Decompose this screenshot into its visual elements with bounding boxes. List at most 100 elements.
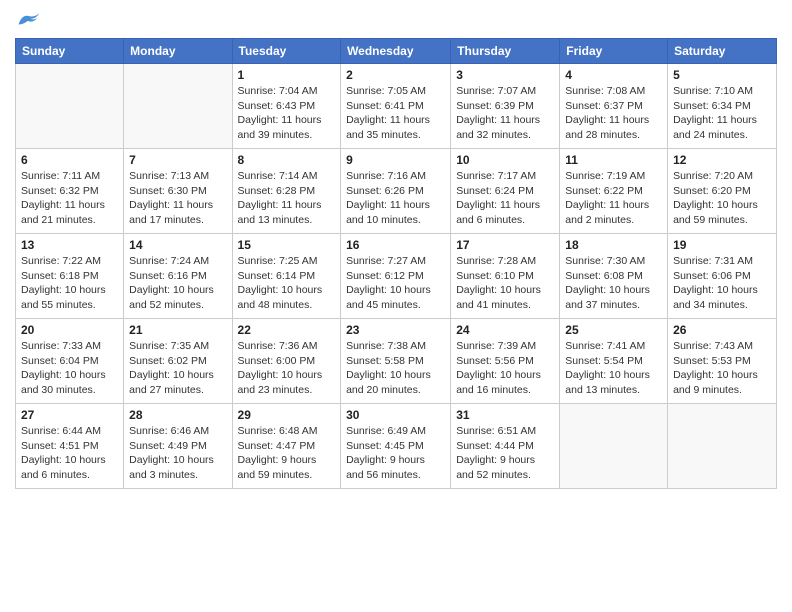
- day-number: 17: [456, 238, 554, 252]
- calendar-day-cell: [124, 64, 232, 149]
- day-detail: Sunrise: 7:27 AM Sunset: 6:12 PM Dayligh…: [346, 254, 445, 313]
- header: [15, 10, 777, 32]
- calendar-day-cell: 6 Sunrise: 7:11 AM Sunset: 6:32 PM Daylig…: [16, 149, 124, 234]
- logo-bird-icon: [15, 10, 43, 32]
- weekday-header-friday: Friday: [560, 39, 668, 64]
- day-number: 29: [238, 408, 336, 422]
- day-number: 2: [346, 68, 445, 82]
- calendar-day-cell: [668, 404, 777, 489]
- day-number: 9: [346, 153, 445, 167]
- calendar-day-cell: 17 Sunrise: 7:28 AM Sunset: 6:10 PM Dayli…: [451, 234, 560, 319]
- calendar-day-cell: [16, 64, 124, 149]
- calendar-day-cell: 13 Sunrise: 7:22 AM Sunset: 6:18 PM Dayli…: [16, 234, 124, 319]
- day-number: 12: [673, 153, 771, 167]
- day-number: 21: [129, 323, 226, 337]
- day-number: 20: [21, 323, 118, 337]
- day-detail: Sunrise: 7:04 AM Sunset: 6:43 PM Dayligh…: [238, 84, 336, 143]
- weekday-header-row: SundayMondayTuesdayWednesdayThursdayFrid…: [16, 39, 777, 64]
- day-number: 10: [456, 153, 554, 167]
- day-number: 31: [456, 408, 554, 422]
- day-detail: Sunrise: 7:31 AM Sunset: 6:06 PM Dayligh…: [673, 254, 771, 313]
- calendar-day-cell: [560, 404, 668, 489]
- day-detail: Sunrise: 7:20 AM Sunset: 6:20 PM Dayligh…: [673, 169, 771, 228]
- calendar-day-cell: 19Sunrise: 7:31 AM Sunset: 6:06 PM Dayli…: [668, 234, 777, 319]
- day-number: 14: [129, 238, 226, 252]
- day-detail: Sunrise: 7:10 AM Sunset: 6:34 PM Dayligh…: [673, 84, 771, 143]
- calendar-day-cell: 11Sunrise: 7:19 AM Sunset: 6:22 PM Dayli…: [560, 149, 668, 234]
- day-number: 13: [21, 238, 118, 252]
- day-detail: Sunrise: 6:51 AM Sunset: 4:44 PM Dayligh…: [456, 424, 554, 483]
- day-number: 15: [238, 238, 336, 252]
- day-detail: Sunrise: 7:38 AM Sunset: 5:58 PM Dayligh…: [346, 339, 445, 398]
- calendar-day-cell: 10 Sunrise: 7:17 AM Sunset: 6:24 PM Dayli…: [451, 149, 560, 234]
- day-detail: Sunrise: 7:39 AM Sunset: 5:56 PM Dayligh…: [456, 339, 554, 398]
- calendar-day-cell: 5 Sunrise: 7:10 AM Sunset: 6:34 PM Daylig…: [668, 64, 777, 149]
- day-detail: Sunrise: 7:05 AM Sunset: 6:41 PM Dayligh…: [346, 84, 445, 143]
- calendar-day-cell: 29 Sunrise: 6:48 AM Sunset: 4:47 PM Dayli…: [232, 404, 341, 489]
- day-detail: Sunrise: 7:41 AM Sunset: 5:54 PM Dayligh…: [565, 339, 662, 398]
- calendar-week-row: 27Sunrise: 6:44 AM Sunset: 4:51 PM Dayli…: [16, 404, 777, 489]
- calendar-table: SundayMondayTuesdayWednesdayThursdayFrid…: [15, 38, 777, 489]
- day-number: 1: [238, 68, 336, 82]
- day-number: 28: [129, 408, 226, 422]
- day-detail: Sunrise: 7:25 AM Sunset: 6:14 PM Dayligh…: [238, 254, 336, 313]
- calendar-day-cell: 26Sunrise: 7:43 AM Sunset: 5:53 PM Dayli…: [668, 319, 777, 404]
- calendar-day-cell: 2 Sunrise: 7:05 AM Sunset: 6:41 PM Daylig…: [341, 64, 451, 149]
- day-number: 22: [238, 323, 336, 337]
- day-detail: Sunrise: 7:14 AM Sunset: 6:28 PM Dayligh…: [238, 169, 336, 228]
- weekday-header-wednesday: Wednesday: [341, 39, 451, 64]
- day-detail: Sunrise: 7:33 AM Sunset: 6:04 PM Dayligh…: [21, 339, 118, 398]
- calendar-day-cell: 25 Sunrise: 7:41 AM Sunset: 5:54 PM Dayli…: [560, 319, 668, 404]
- calendar-day-cell: 28 Sunrise: 6:46 AM Sunset: 4:49 PM Dayli…: [124, 404, 232, 489]
- calendar-day-cell: 4 Sunrise: 7:08 AM Sunset: 6:37 PM Daylig…: [560, 64, 668, 149]
- day-detail: Sunrise: 7:24 AM Sunset: 6:16 PM Dayligh…: [129, 254, 226, 313]
- day-number: 25: [565, 323, 662, 337]
- calendar-day-cell: 3 Sunrise: 7:07 AM Sunset: 6:39 PM Daylig…: [451, 64, 560, 149]
- day-detail: Sunrise: 6:48 AM Sunset: 4:47 PM Dayligh…: [238, 424, 336, 483]
- calendar-day-cell: 9 Sunrise: 7:16 AM Sunset: 6:26 PM Daylig…: [341, 149, 451, 234]
- day-number: 24: [456, 323, 554, 337]
- day-detail: Sunrise: 7:13 AM Sunset: 6:30 PM Dayligh…: [129, 169, 226, 228]
- calendar-week-row: 20 Sunrise: 7:33 AM Sunset: 6:04 PM Dayli…: [16, 319, 777, 404]
- day-detail: Sunrise: 7:08 AM Sunset: 6:37 PM Dayligh…: [565, 84, 662, 143]
- day-number: 16: [346, 238, 445, 252]
- calendar-day-cell: 31 Sunrise: 6:51 AM Sunset: 4:44 PM Dayli…: [451, 404, 560, 489]
- day-number: 27: [21, 408, 118, 422]
- calendar-day-cell: 21 Sunrise: 7:35 AM Sunset: 6:02 PM Dayli…: [124, 319, 232, 404]
- calendar-day-cell: 23 Sunrise: 7:38 AM Sunset: 5:58 PM Dayli…: [341, 319, 451, 404]
- day-number: 6: [21, 153, 118, 167]
- day-number: 18: [565, 238, 662, 252]
- day-number: 5: [673, 68, 771, 82]
- calendar-day-cell: 14 Sunrise: 7:24 AM Sunset: 6:16 PM Dayli…: [124, 234, 232, 319]
- calendar-day-cell: 7Sunrise: 7:13 AM Sunset: 6:30 PM Daylig…: [124, 149, 232, 234]
- calendar-day-cell: 8 Sunrise: 7:14 AM Sunset: 6:28 PM Daylig…: [232, 149, 341, 234]
- calendar-day-cell: 12 Sunrise: 7:20 AM Sunset: 6:20 PM Dayli…: [668, 149, 777, 234]
- calendar-week-row: 6 Sunrise: 7:11 AM Sunset: 6:32 PM Daylig…: [16, 149, 777, 234]
- day-detail: Sunrise: 7:17 AM Sunset: 6:24 PM Dayligh…: [456, 169, 554, 228]
- calendar-day-cell: 15 Sunrise: 7:25 AM Sunset: 6:14 PM Dayli…: [232, 234, 341, 319]
- day-detail: Sunrise: 7:35 AM Sunset: 6:02 PM Dayligh…: [129, 339, 226, 398]
- day-detail: Sunrise: 7:16 AM Sunset: 6:26 PM Dayligh…: [346, 169, 445, 228]
- day-number: 8: [238, 153, 336, 167]
- day-detail: Sunrise: 7:11 AM Sunset: 6:32 PM Dayligh…: [21, 169, 118, 228]
- day-detail: Sunrise: 7:22 AM Sunset: 6:18 PM Dayligh…: [21, 254, 118, 313]
- calendar-day-cell: 27Sunrise: 6:44 AM Sunset: 4:51 PM Dayli…: [16, 404, 124, 489]
- day-detail: Sunrise: 6:46 AM Sunset: 4:49 PM Dayligh…: [129, 424, 226, 483]
- day-detail: Sunrise: 6:49 AM Sunset: 4:45 PM Dayligh…: [346, 424, 445, 483]
- day-detail: Sunrise: 7:43 AM Sunset: 5:53 PM Dayligh…: [673, 339, 771, 398]
- calendar-day-cell: 22 Sunrise: 7:36 AM Sunset: 6:00 PM Dayli…: [232, 319, 341, 404]
- day-detail: Sunrise: 7:28 AM Sunset: 6:10 PM Dayligh…: [456, 254, 554, 313]
- day-number: 3: [456, 68, 554, 82]
- day-detail: Sunrise: 7:30 AM Sunset: 6:08 PM Dayligh…: [565, 254, 662, 313]
- calendar-day-cell: 24 Sunrise: 7:39 AM Sunset: 5:56 PM Dayli…: [451, 319, 560, 404]
- day-number: 11: [565, 153, 662, 167]
- main-container: SundayMondayTuesdayWednesdayThursdayFrid…: [0, 0, 792, 494]
- day-number: 23: [346, 323, 445, 337]
- day-detail: Sunrise: 7:36 AM Sunset: 6:00 PM Dayligh…: [238, 339, 336, 398]
- day-detail: Sunrise: 7:07 AM Sunset: 6:39 PM Dayligh…: [456, 84, 554, 143]
- weekday-header-sunday: Sunday: [16, 39, 124, 64]
- day-number: 4: [565, 68, 662, 82]
- calendar-day-cell: 1 Sunrise: 7:04 AM Sunset: 6:43 PM Daylig…: [232, 64, 341, 149]
- calendar-week-row: 1 Sunrise: 7:04 AM Sunset: 6:43 PM Daylig…: [16, 64, 777, 149]
- day-number: 30: [346, 408, 445, 422]
